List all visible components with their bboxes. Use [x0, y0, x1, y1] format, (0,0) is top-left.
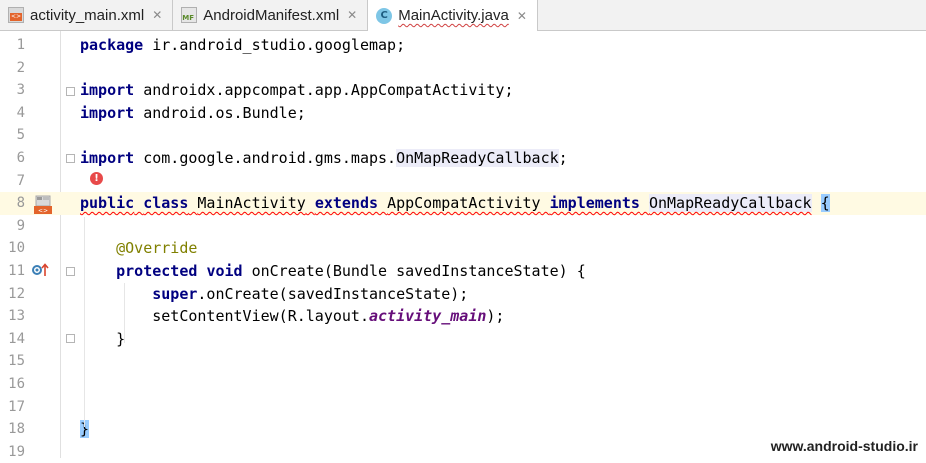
- fold-marker-icon[interactable]: [66, 267, 75, 276]
- code-line[interactable]: 11 protected void onCreate(Bundle savedI…: [0, 260, 926, 283]
- xml-file-icon: <>: [8, 7, 24, 23]
- code-text[interactable]: protected void onCreate(Bundle savedInst…: [80, 260, 586, 283]
- line-number: 18: [8, 421, 25, 438]
- code-line[interactable]: 2: [0, 57, 926, 80]
- indent-guide: [84, 217, 85, 427]
- close-icon[interactable]: ✕: [347, 8, 357, 22]
- watermark: www.android-studio.ir: [770, 438, 918, 454]
- line-number: 7: [16, 172, 25, 189]
- tab-main-activity[interactable]: C MainActivity.java ✕: [368, 0, 538, 31]
- java-class-icon: C: [376, 7, 393, 24]
- manifest-icon-badge: MF: [182, 14, 195, 22]
- fold-marker-icon[interactable]: [66, 334, 75, 343]
- line-number: 10: [8, 240, 25, 257]
- line-number: 4: [16, 104, 25, 121]
- code-line[interactable]: 7: [0, 170, 926, 193]
- code-text[interactable]: import android.os.Bundle;: [80, 102, 306, 125]
- tab-android-manifest[interactable]: MF AndroidManifest.xml ✕: [173, 0, 369, 30]
- line-number: 14: [8, 330, 25, 347]
- code-line[interactable]: 10 @Override: [0, 237, 926, 260]
- code-text[interactable]: }: [80, 328, 125, 351]
- line-number: 6: [16, 150, 25, 166]
- tab-activity-main-xml[interactable]: <> activity_main.xml ✕: [0, 0, 174, 30]
- tab-label: MainActivity.java: [398, 7, 509, 24]
- indent-guide: [124, 283, 125, 343]
- svg-text:<>: <>: [38, 208, 48, 215]
- code-line-current[interactable]: 8 public class MainActivity extends AppC…: [0, 192, 926, 215]
- code-line[interactable]: 1 package ir.android_studio.googlemap;: [0, 34, 926, 57]
- tab-label: AndroidManifest.xml: [203, 6, 340, 24]
- code-line[interactable]: 9: [0, 215, 926, 238]
- code-line[interactable]: 3 import androidx.appcompat.app.AppCompa…: [0, 79, 926, 102]
- error-bulb-icon[interactable]: !: [90, 172, 103, 185]
- code-line[interactable]: 16: [0, 373, 926, 396]
- close-icon[interactable]: ✕: [152, 8, 162, 22]
- line-number: 3: [16, 82, 25, 99]
- code-text[interactable]: setContentView(R.layout.activity_main);: [80, 305, 504, 328]
- manifest-file-icon: MF: [181, 7, 198, 23]
- code-line[interactable]: 13 setContentView(R.layout.activity_main…: [0, 305, 926, 328]
- code-text[interactable]: import com.google.android.gms.maps.OnMap…: [80, 147, 568, 170]
- code-line[interactable]: 15: [0, 350, 926, 373]
- line-number: 5: [16, 127, 25, 144]
- line-number: 1: [16, 37, 25, 53]
- code-line[interactable]: 17: [0, 396, 926, 419]
- activity-layout-gutter-icon[interactable]: <>: [33, 195, 53, 215]
- editor-tab-bar: <> activity_main.xml ✕ MF AndroidManifes…: [0, 0, 926, 31]
- xml-icon-badge: <>: [10, 13, 22, 21]
- line-number: 17: [8, 398, 25, 415]
- line-number: 2: [16, 59, 25, 76]
- line-number: 11: [8, 263, 25, 279]
- code-text[interactable]: super.onCreate(savedInstanceState);: [80, 283, 468, 306]
- line-number: 12: [8, 285, 25, 302]
- code-line[interactable]: 5: [0, 124, 926, 147]
- close-icon[interactable]: ✕: [517, 9, 527, 23]
- code-text[interactable]: import androidx.appcompat.app.AppCompatA…: [80, 79, 513, 102]
- fold-marker-icon[interactable]: [66, 87, 75, 96]
- line-number: 15: [8, 353, 25, 370]
- code-text[interactable]: package ir.android_studio.googlemap;: [80, 34, 405, 57]
- code-line[interactable]: 4 import android.os.Bundle;: [0, 102, 926, 125]
- line-number: 13: [8, 308, 25, 325]
- line-number: 8: [16, 195, 25, 212]
- code-text[interactable]: public class MainActivity extends AppCom…: [80, 192, 830, 215]
- code-text[interactable]: @Override: [80, 237, 197, 260]
- code-line[interactable]: 12 super.onCreate(savedInstanceState);: [0, 283, 926, 306]
- tab-label: activity_main.xml: [30, 6, 145, 24]
- code-editor[interactable]: 1 package ir.android_studio.googlemap; 2…: [0, 31, 926, 460]
- line-number: 19: [8, 443, 25, 460]
- code-line[interactable]: 14 }: [0, 328, 926, 351]
- override-gutter-icon[interactable]: [32, 262, 50, 278]
- code-line[interactable]: 6 import com.google.android.gms.maps.OnM…: [0, 147, 926, 170]
- line-number: 9: [16, 217, 25, 234]
- line-number: 16: [8, 376, 25, 392]
- fold-marker-icon[interactable]: [66, 154, 75, 163]
